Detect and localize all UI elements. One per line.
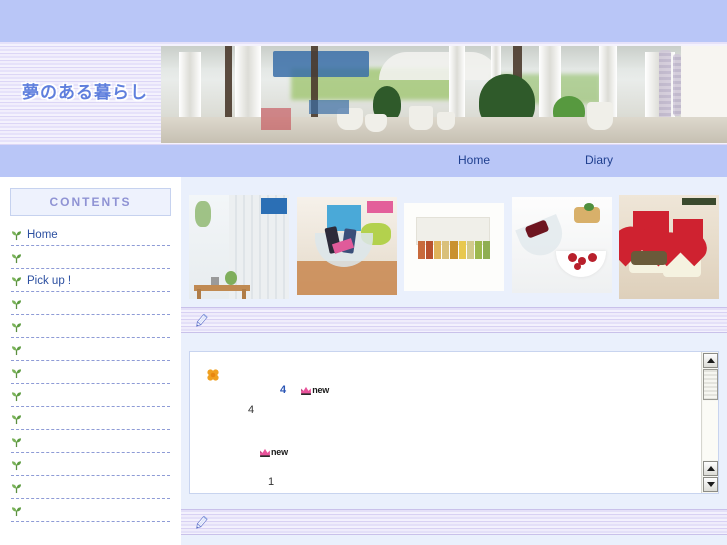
news-scroll-content: 4 new 4 new 1 bbox=[190, 352, 700, 493]
post-line-4: 1 bbox=[268, 476, 275, 488]
post-line-2: 4 bbox=[248, 404, 255, 416]
crown-icon bbox=[260, 448, 270, 457]
sidebar-item-blank-11[interactable] bbox=[11, 478, 170, 497]
sidebar-item-blank-3[interactable] bbox=[11, 294, 170, 313]
thumbnail-row bbox=[189, 195, 719, 299]
sprout-icon bbox=[12, 299, 21, 309]
post-number-1: 4 bbox=[280, 384, 287, 396]
nav-link-home[interactable]: Home bbox=[458, 153, 490, 167]
scrollbar-track[interactable] bbox=[703, 401, 718, 460]
sprout-icon bbox=[12, 483, 21, 493]
sidebar-separator bbox=[11, 360, 170, 361]
pencil-icon bbox=[196, 313, 208, 327]
sidebar-separator bbox=[11, 521, 170, 522]
sidebar-separator bbox=[11, 337, 170, 338]
sprout-icon bbox=[12, 253, 21, 263]
post-line-1: 4 new bbox=[280, 384, 329, 396]
pencil-icon bbox=[196, 515, 208, 529]
new-badge-1: new bbox=[301, 385, 329, 395]
main-content: 4 new 4 new 1 bbox=[181, 177, 727, 545]
sidebar-item-label: Home bbox=[27, 228, 58, 241]
sprout-icon bbox=[12, 276, 21, 286]
sidebar-separator bbox=[11, 314, 170, 315]
page-root: 夢のある暮らし Home Diary CONTENTS Home Pick up … bbox=[0, 0, 727, 545]
sidebar-separator bbox=[11, 268, 170, 269]
sprout-icon bbox=[12, 345, 21, 355]
main-navigation: Home Diary bbox=[0, 145, 727, 177]
header-banner-photo bbox=[161, 46, 727, 143]
thumb-bath-bottles-bowl[interactable] bbox=[296, 197, 397, 295]
arrow-down-icon bbox=[706, 482, 715, 487]
post-line-3: new bbox=[260, 446, 288, 458]
sidebar-item-blank-6[interactable] bbox=[11, 363, 170, 382]
sidebar-item-blank-10[interactable] bbox=[11, 455, 170, 474]
sprout-icon bbox=[12, 460, 21, 470]
sidebar-heading: CONTENTS bbox=[49, 195, 132, 209]
flower-icon bbox=[207, 369, 219, 381]
sidebar-item-label: Pick up ! bbox=[27, 274, 72, 287]
sidebar-separator bbox=[11, 406, 170, 407]
scrollbar-up-button-bottom[interactable] bbox=[703, 461, 718, 476]
sidebar-separator bbox=[11, 498, 170, 499]
sidebar-separator bbox=[11, 475, 170, 476]
sidebar-contents-box: CONTENTS bbox=[10, 188, 171, 216]
sprout-icon bbox=[12, 230, 21, 240]
arrow-up-icon bbox=[706, 358, 715, 363]
scrollbar-up-button-top[interactable] bbox=[703, 353, 718, 368]
site-title: 夢のある暮らし bbox=[22, 83, 148, 102]
sidebar-item-home[interactable]: Home bbox=[11, 225, 170, 244]
sidebar-separator bbox=[11, 429, 170, 430]
sidebar-item-pick-up[interactable]: Pick up ! bbox=[11, 271, 170, 290]
news-scroll-panel[interactable]: 4 new 4 new 1 bbox=[189, 351, 719, 494]
thumb-miniature-bottle-set[interactable] bbox=[404, 203, 504, 291]
sidebar-separator bbox=[11, 291, 170, 292]
sidebar-item-blank-1[interactable] bbox=[11, 248, 170, 267]
section-header-bar-one bbox=[181, 307, 727, 333]
sprout-icon bbox=[12, 391, 21, 401]
sidebar-item-blank-7[interactable] bbox=[11, 386, 170, 405]
thumb-heart-cheesecakes[interactable] bbox=[619, 195, 719, 299]
sidebar-separator bbox=[11, 452, 170, 453]
sprout-icon bbox=[12, 414, 21, 424]
sidebar-item-blank-5[interactable] bbox=[11, 340, 170, 359]
sidebar-separator bbox=[11, 245, 170, 246]
vertical-scrollbar[interactable] bbox=[701, 352, 718, 493]
sidebar-menu-list: Home Pick up ! bbox=[11, 225, 170, 522]
scrollbar-down-button[interactable] bbox=[703, 477, 718, 492]
section-header-bar-two bbox=[181, 509, 727, 535]
thumb-interior-window[interactable] bbox=[189, 195, 289, 299]
sidebar-item-blank-12[interactable] bbox=[11, 501, 170, 520]
site-header: 夢のある暮らし bbox=[0, 0, 727, 145]
arrow-up-icon bbox=[706, 466, 715, 471]
crown-icon bbox=[301, 386, 312, 395]
sidebar-item-blank-9[interactable] bbox=[11, 432, 170, 451]
new-badge-label-1: new bbox=[312, 385, 330, 396]
sprout-icon bbox=[12, 368, 21, 378]
sprout-icon bbox=[12, 437, 21, 447]
new-badge-label-2: new bbox=[271, 447, 288, 458]
scrollbar-thumb[interactable] bbox=[703, 369, 718, 400]
sprout-icon bbox=[12, 506, 21, 516]
sidebar: CONTENTS Home Pick up ! bbox=[0, 177, 181, 545]
sidebar-separator bbox=[11, 383, 170, 384]
sidebar-item-blank-4[interactable] bbox=[11, 317, 170, 336]
new-badge-2: new bbox=[260, 447, 288, 457]
sprout-icon bbox=[12, 322, 21, 332]
nav-link-diary[interactable]: Diary bbox=[585, 153, 613, 167]
sidebar-item-blank-8[interactable] bbox=[11, 409, 170, 428]
thumb-dessert-berries[interactable] bbox=[511, 197, 612, 293]
